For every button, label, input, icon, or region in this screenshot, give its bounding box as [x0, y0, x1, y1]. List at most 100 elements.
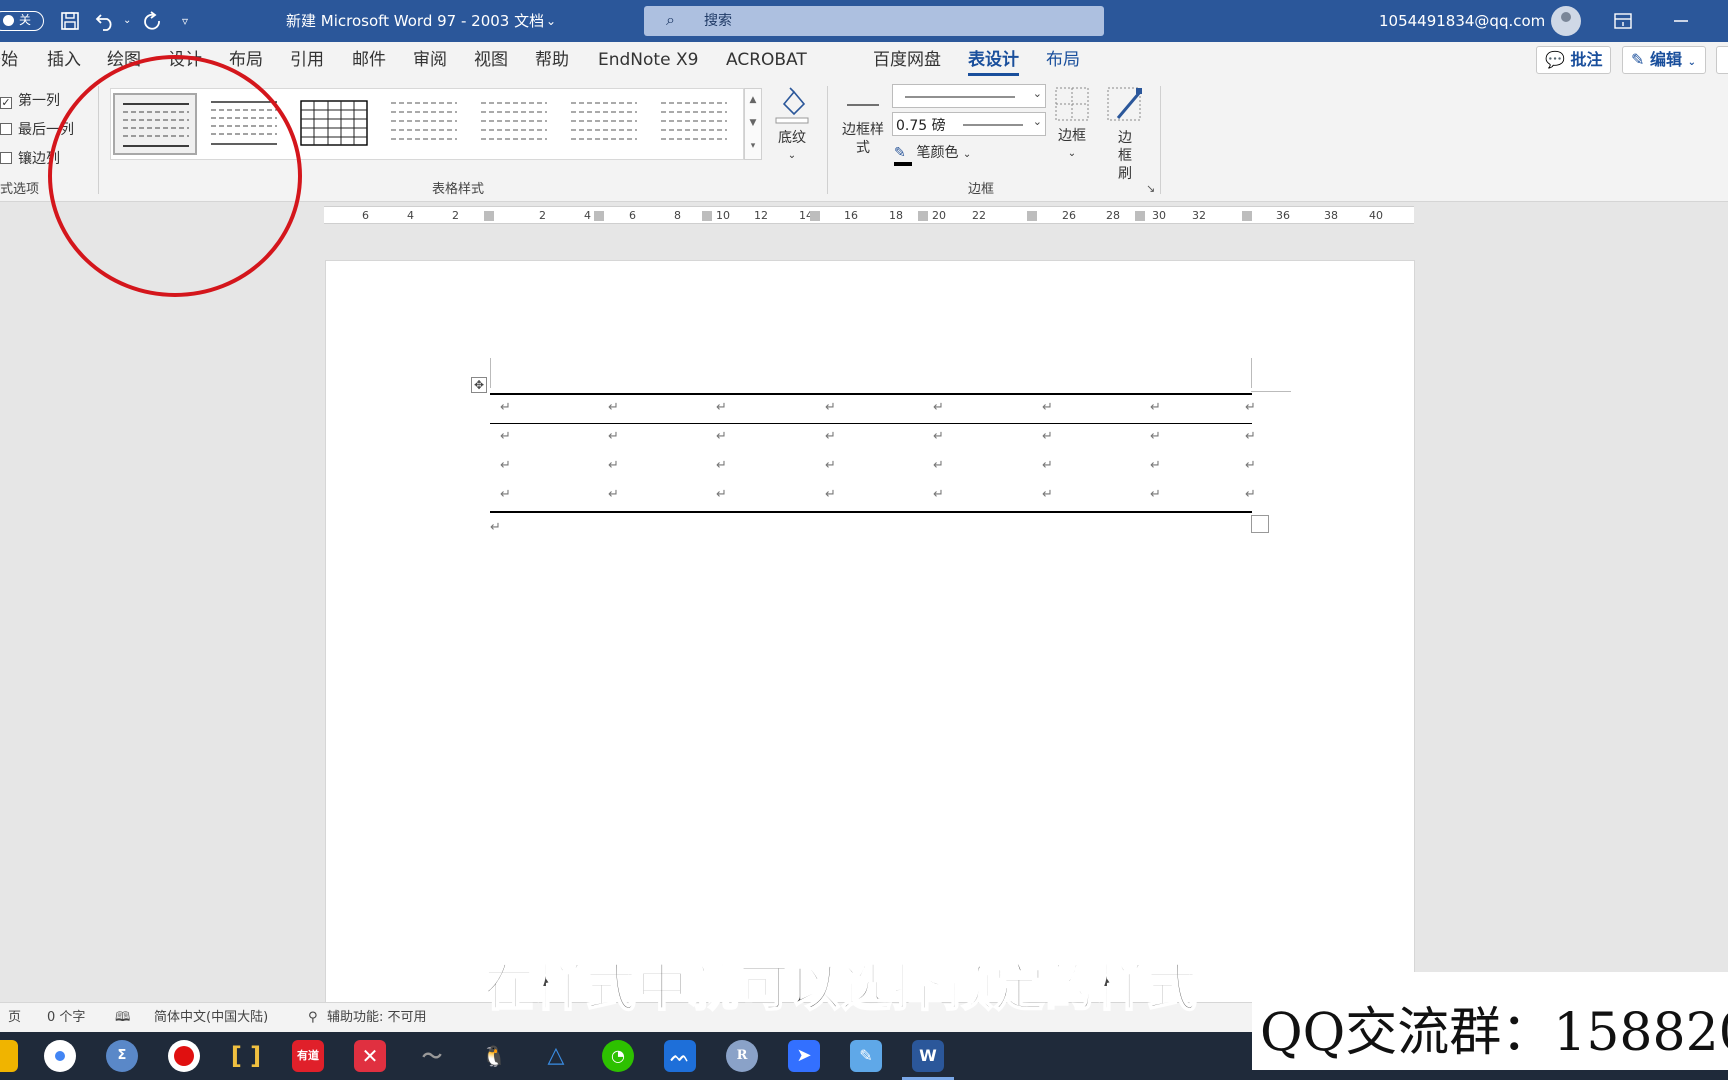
- title-chevron-down-icon[interactable]: ⌄: [546, 0, 556, 42]
- gallery-scrollbar[interactable]: ▲ ▼ ▾: [744, 88, 762, 160]
- tab-home[interactable]: 开始: [0, 42, 18, 78]
- youdao-icon[interactable]: 有道: [292, 1040, 324, 1072]
- save-icon[interactable]: [60, 11, 80, 31]
- border-painter-icon: [1107, 87, 1142, 121]
- pen-color-button[interactable]: ✎ 笔颜色 ⌄: [894, 144, 971, 166]
- xmind-icon[interactable]: ✕: [354, 1040, 386, 1072]
- table-resize-handle[interactable]: [1251, 515, 1269, 533]
- word-icon[interactable]: W: [912, 1040, 944, 1072]
- tab-baidu-netdisk[interactable]: 百度网盘: [873, 42, 941, 78]
- ruler-column-marker[interactable]: [702, 211, 712, 221]
- tab-table-layout[interactable]: 布局: [1046, 42, 1080, 78]
- recorder-icon[interactable]: [168, 1040, 200, 1072]
- first-column-checkbox[interactable]: ✓ 第一列: [0, 90, 60, 110]
- proofing-icon[interactable]: 🕮: [115, 1003, 130, 1033]
- notepad-icon[interactable]: ✎: [850, 1040, 882, 1072]
- tab-view[interactable]: 视图: [474, 42, 508, 78]
- tab-review[interactable]: 审阅: [413, 42, 447, 78]
- calculator-icon[interactable]: Σ: [106, 1040, 138, 1072]
- border-styles-label: 边框样式: [842, 122, 884, 156]
- language-indicator[interactable]: 简体中文(中国大陆): [154, 1003, 268, 1033]
- cell-paragraph-mark: ↵: [500, 400, 511, 415]
- autosave-toggle[interactable]: 关: [0, 11, 44, 31]
- table-style-preview-icon: [391, 102, 457, 140]
- table-body[interactable]: ↵ ↵ ↵ ↵ ↵ ↵ ↵ ↵ ↵ ↵ ↵ ↵ ↵ ↵ ↵ ↵ ↵ ↵ ↵ ↵ …: [500, 401, 1260, 511]
- customize-toolbar-icon[interactable]: ▿: [182, 0, 188, 42]
- minimize-icon[interactable]: [1674, 20, 1688, 22]
- tab-endnote[interactable]: EndNote X9: [598, 42, 698, 78]
- ruler-label: 4: [584, 209, 591, 222]
- word-count[interactable]: 0 个字: [47, 1003, 85, 1033]
- feishu-icon[interactable]: ➤: [788, 1040, 820, 1072]
- tab-table-design[interactable]: 表设计: [968, 42, 1019, 78]
- accessibility-status[interactable]: 辅助功能: 不可用: [327, 1003, 427, 1033]
- ribbon-display-icon[interactable]: [1614, 13, 1632, 29]
- table-styles-group-label: 表格样式: [432, 182, 485, 197]
- tab-references[interactable]: 引用: [290, 42, 324, 78]
- shading-button[interactable]: 底纹 ⌄: [770, 86, 814, 165]
- tab-mailings[interactable]: 邮件: [352, 42, 386, 78]
- table-move-handle-icon[interactable]: ✥: [471, 377, 487, 393]
- redo-icon[interactable]: [142, 11, 164, 33]
- avatar[interactable]: [1551, 6, 1581, 36]
- tab-acrobat[interactable]: ACROBAT: [726, 42, 807, 78]
- overflow-button[interactable]: [1716, 46, 1728, 74]
- borders-button[interactable]: 边框 ⌄: [1052, 86, 1092, 163]
- table-style-preview-icon: [481, 102, 547, 140]
- ruler-column-marker[interactable]: [1135, 211, 1145, 221]
- brackets-icon[interactable]: [ ]: [230, 1040, 262, 1072]
- ruler-column-marker[interactable]: [810, 211, 820, 221]
- ruler-column-marker[interactable]: [1242, 211, 1252, 221]
- annotation-circle: [48, 55, 302, 297]
- ruler-label: 12: [754, 209, 768, 222]
- dialog-launcher-icon[interactable]: ↘: [1146, 182, 1155, 195]
- page-indicator[interactable]: 页: [8, 1003, 21, 1033]
- cell-paragraph-mark: ↵: [825, 429, 836, 444]
- table-style-dashed-1[interactable]: [383, 93, 467, 155]
- document-page[interactable]: ✥ ↵ ↵ ↵ ↵ ↵ ↵ ↵ ↵ ↵ ↵ ↵ ↵ ↵ ↵ ↵ ↵ ↵ ↵ ↵ …: [325, 260, 1415, 1020]
- search-box[interactable]: ⌕ 搜索: [644, 6, 1104, 36]
- scroll-down-icon[interactable]: ▼: [745, 112, 761, 135]
- cell-paragraph-mark: ↵: [716, 429, 727, 444]
- ruler-indent-marker[interactable]: [594, 211, 604, 221]
- horizontal-ruler[interactable]: 6 4 2 2 4 6 8 10 12 14 16 18 20 22 26 28…: [324, 206, 1414, 224]
- wechat-icon[interactable]: ◔: [602, 1040, 634, 1072]
- google-drive-icon[interactable]: △: [540, 1040, 572, 1072]
- qq-icon[interactable]: 🐧: [478, 1040, 510, 1072]
- accessibility-icon[interactable]: ⚲: [308, 1003, 318, 1033]
- document-title[interactable]: 新建 Microsoft Word 97 - 2003 文档: [286, 0, 544, 42]
- account-name[interactable]: 1054491834@qq.com: [1379, 0, 1545, 42]
- comment-button[interactable]: 💬 批注: [1536, 46, 1611, 74]
- app-icon[interactable]: ᨓ: [664, 1040, 696, 1072]
- undo-icon[interactable]: [95, 11, 117, 31]
- file-explorer-icon[interactable]: [0, 1040, 18, 1072]
- separator: [827, 86, 828, 194]
- scroll-up-icon[interactable]: ▲: [745, 89, 761, 112]
- tab-insert[interactable]: 插入: [47, 42, 81, 78]
- table-row: ↵ ↵ ↵ ↵ ↵ ↵ ↵ ↵: [500, 401, 1260, 415]
- r-icon[interactable]: R: [726, 1040, 758, 1072]
- tab-help[interactable]: 帮助: [535, 42, 569, 78]
- edit-button[interactable]: ✎ 编辑 ⌄: [1622, 46, 1706, 74]
- ruler-column-marker[interactable]: [484, 211, 494, 221]
- table-style-dashed-4[interactable]: [653, 93, 737, 155]
- line-style-dropdown[interactable]: ⌄: [892, 84, 1046, 108]
- table-style-dashed-2[interactable]: [473, 93, 557, 155]
- ruler-column-marker[interactable]: [1027, 211, 1037, 221]
- line-weight-dropdown[interactable]: 0.75 磅 ⌄: [892, 112, 1046, 136]
- chrome-icon[interactable]: [44, 1040, 76, 1072]
- pen-icon: ✎: [894, 144, 912, 166]
- cell-paragraph-mark: ↵: [608, 429, 619, 444]
- table-style-grid[interactable]: [293, 93, 377, 155]
- sublime-icon[interactable]: 〜: [416, 1040, 448, 1072]
- cell-paragraph-mark: ↵: [825, 400, 836, 415]
- border-painter-button[interactable]: 边框刷: [1104, 86, 1146, 183]
- table-style-dashed-3[interactable]: [563, 93, 647, 155]
- cell-paragraph-mark: ↵: [608, 458, 619, 473]
- border-styles-button[interactable]: 边框样式: [838, 94, 888, 157]
- ruler-column-marker[interactable]: [918, 211, 928, 221]
- undo-dropdown-icon[interactable]: ⌄: [123, 0, 131, 42]
- table-style-preview-icon: [300, 100, 368, 146]
- cell-paragraph-mark: ↵: [1150, 429, 1161, 444]
- gallery-more-icon[interactable]: ▾: [745, 135, 761, 158]
